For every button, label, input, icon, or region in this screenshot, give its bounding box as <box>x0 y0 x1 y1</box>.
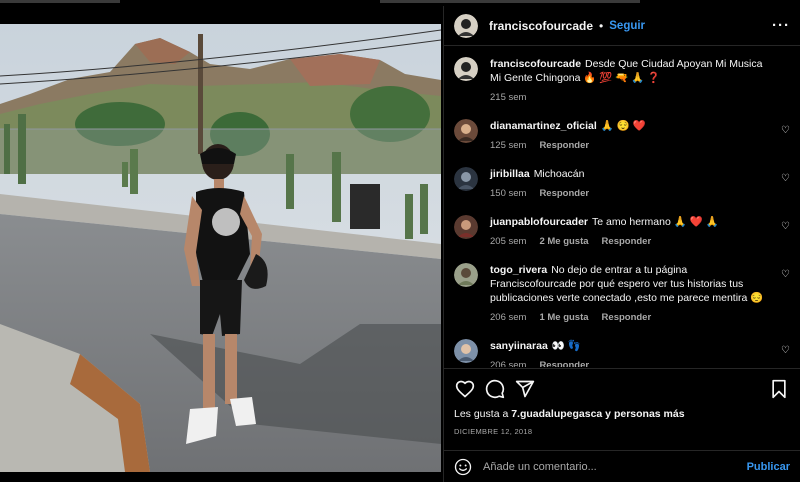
comment-item: juanpablofourcader Te amo hermano 🙏 ❤️ 🙏 … <box>454 215 790 249</box>
post-actions: Les gusta a 7.guadalupegasca y personas … <box>444 368 800 436</box>
heart-icon[interactable]: ♡ <box>781 173 790 184</box>
comment-icon[interactable] <box>484 378 506 400</box>
caption-time[interactable]: 215 sem <box>490 91 526 105</box>
comment-text: Te amo hermano 🙏 ❤️ 🙏 <box>592 216 719 228</box>
avatar[interactable] <box>454 13 478 38</box>
action-icon-row <box>454 378 790 400</box>
avatar[interactable] <box>454 215 478 239</box>
post-header: franciscofourcade • Seguir ··· <box>444 6 800 46</box>
reply-button[interactable]: Responder <box>539 359 589 367</box>
heart-icon[interactable]: ♡ <box>781 345 790 356</box>
likes-summary[interactable]: Les gusta a 7.guadalupegasca y personas … <box>454 408 790 420</box>
avatar[interactable] <box>454 167 478 191</box>
comment-time[interactable]: 125 sem <box>490 139 526 153</box>
comment-username[interactable]: jiribillaa <box>490 168 530 180</box>
more-options-icon[interactable]: ··· <box>772 17 790 34</box>
progress-segment <box>380 0 640 3</box>
comment-time[interactable]: 206 sem <box>490 359 526 367</box>
caption-username[interactable]: franciscofourcade <box>490 58 581 70</box>
post-side-panel: franciscofourcade • Seguir ··· francisco… <box>443 6 800 482</box>
comment-username[interactable]: juanpablofourcader <box>490 216 588 228</box>
comment-likes[interactable]: 2 Me gusta <box>539 235 588 249</box>
heart-icon[interactable] <box>454 378 476 400</box>
post-photo[interactable] <box>0 24 441 472</box>
follow-button[interactable]: Seguir <box>609 20 645 32</box>
post-media <box>0 6 443 482</box>
comment-username[interactable]: togo_rivera <box>490 264 547 276</box>
comment-text: 👀 👣 <box>551 340 581 352</box>
avatar[interactable] <box>454 57 478 81</box>
comment-username[interactable]: dianamartinez_oficial <box>490 120 597 132</box>
reply-button[interactable]: Responder <box>539 187 589 201</box>
avatar[interactable] <box>454 263 478 287</box>
share-icon[interactable] <box>514 378 536 400</box>
reply-button[interactable]: Responder <box>602 311 652 325</box>
comment-time[interactable]: 150 sem <box>490 187 526 201</box>
likes-suffix[interactable]: y personas más <box>602 408 684 420</box>
header-username[interactable]: franciscofourcade <box>489 19 593 33</box>
avatar[interactable] <box>454 339 478 363</box>
heart-icon[interactable]: ♡ <box>781 125 790 136</box>
heart-icon[interactable]: ♡ <box>781 269 790 280</box>
comments-list[interactable]: franciscofourcade Desde Que Ciudad Apoyan… <box>444 47 800 367</box>
comment-input[interactable] <box>483 460 747 473</box>
heart-icon[interactable]: ♡ <box>781 221 790 232</box>
comment-item: dianamartinez_oficial 🙏 😌 ❤️ 125 sem Respo… <box>454 119 790 153</box>
comment-item: sanyiinaraa 👀 👣 206 sem Responder ♡ <box>454 339 790 367</box>
emoji-icon[interactable] <box>454 458 472 476</box>
comment-likes[interactable]: 1 Me gusta <box>539 311 588 325</box>
post-modal: franciscofourcade • Seguir ··· francisco… <box>0 6 800 482</box>
likes-prefix: Les gusta a <box>454 408 512 420</box>
publish-button[interactable]: Publicar <box>747 461 790 473</box>
comment-time[interactable]: 206 sem <box>490 311 526 325</box>
reply-button[interactable]: Responder <box>539 139 589 153</box>
comment-username[interactable]: sanyiinaraa <box>490 340 548 352</box>
caption: franciscofourcade Desde Que Ciudad Apoyan… <box>454 57 790 105</box>
likes-user[interactable]: 7.guadalupegasca <box>511 408 602 420</box>
comment-item: togo_rivera No dejo de entrar a tu página… <box>454 263 790 325</box>
comment-text: 🙏 😌 ❤️ <box>600 120 646 132</box>
reply-button[interactable]: Responder <box>602 235 652 249</box>
bookmark-icon[interactable] <box>768 378 790 400</box>
comment-item: jiribillaa Michoacán 150 sem Responder ♡ <box>454 167 790 201</box>
progress-segment <box>0 0 120 3</box>
separator-dot: • <box>599 18 604 33</box>
comment-text: Michoacán <box>533 168 585 180</box>
avatar[interactable] <box>454 119 478 143</box>
add-comment-bar: Publicar <box>444 450 800 482</box>
post-date[interactable]: DICIEMBRE 12, 2018 <box>454 427 790 436</box>
comment-time[interactable]: 205 sem <box>490 235 526 249</box>
